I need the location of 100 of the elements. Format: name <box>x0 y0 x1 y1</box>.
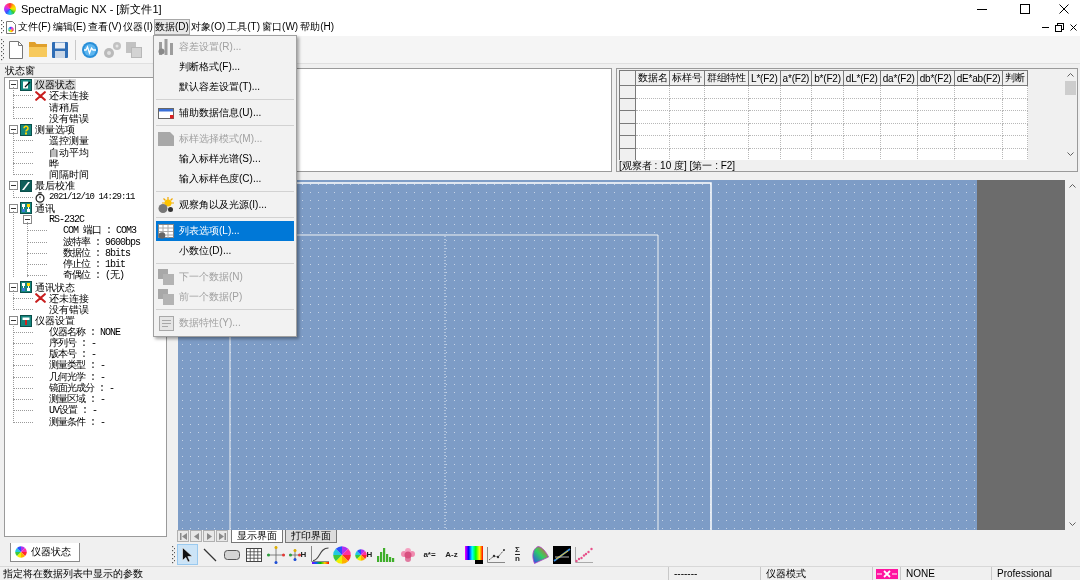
color-wheel-h-tool-button[interactable]: H <box>353 544 374 565</box>
tree-item[interactable]: COM 端口 : COM3 <box>62 225 137 237</box>
menu-command[interactable]: 小数位(D)... <box>156 241 294 261</box>
tree-item[interactable]: 奇偶位 : (无) <box>62 270 125 282</box>
copy-icon <box>126 41 142 58</box>
color-wheel-tool-button[interactable] <box>331 544 352 565</box>
minus-box-icon[interactable] <box>9 282 18 292</box>
tree-item[interactable]: 数据位 : 8bits <box>62 247 131 259</box>
sum-tool-button[interactable]: Σ n <box>507 544 528 565</box>
tree-item[interactable]: 测量区域 : - <box>48 394 106 406</box>
restore-button[interactable] <box>1052 20 1066 34</box>
tree-item[interactable]: 波特率 : 9600bps <box>62 236 141 248</box>
diagonal-lines-tool-button[interactable] <box>551 544 572 565</box>
spectrum-icon <box>464 545 483 564</box>
sheet-tab[interactable]: 打印界面 <box>285 530 337 543</box>
menu-command[interactable]: 判断格式(F)... <box>156 57 294 77</box>
menu-command[interactable]: 列表选项(L)... <box>156 221 294 241</box>
sort-tool-button[interactable]: A-z <box>441 544 462 565</box>
minus-box-icon[interactable] <box>9 80 18 90</box>
menu-command[interactable]: 观察角以及光源(I)... <box>156 195 294 215</box>
scatter-icon <box>574 546 593 563</box>
tree-item[interactable]: 还未连接 <box>48 292 90 304</box>
tree-item[interactable]: 版本号 : - <box>48 349 97 361</box>
tree-item[interactable]: 还未连接 <box>48 90 90 102</box>
spectrum-tool-button[interactable] <box>463 544 484 565</box>
tree-item[interactable]: UV设置 : - <box>48 405 98 417</box>
tree-item[interactable]: 遥控测量 <box>48 135 90 147</box>
tree-item[interactable]: 停止位 : 1bit <box>62 259 126 271</box>
tree-item[interactable]: 2021/12/10 14:29:11 <box>48 191 136 203</box>
sliders-icon <box>158 39 174 55</box>
menu-command[interactable]: 辅助数据信息(U)... <box>156 103 294 123</box>
pane-tab[interactable]: 仪器状态 <box>10 543 80 562</box>
triangle-right-icon <box>206 532 212 540</box>
status-field: NONE <box>900 567 991 580</box>
menu-command[interactable]: 输入标样色度(C)... <box>156 169 294 189</box>
menu-item[interactable]: 窗口(W) <box>261 19 300 35</box>
minus-box-icon[interactable] <box>9 316 18 326</box>
tree-item[interactable]: 请稍后 <box>48 101 80 113</box>
crosshair-h-tool-button[interactable]: H <box>287 544 308 565</box>
row-header[interactable] <box>619 110 636 123</box>
tree-item[interactable]: 仪器名称 : NONE <box>48 326 121 338</box>
first-page-button[interactable] <box>177 530 189 542</box>
grip-icon[interactable] <box>1 20 4 34</box>
menu-item[interactable]: 编辑(E) <box>51 19 88 35</box>
tree-item[interactable]: 间隔时间 <box>48 169 90 181</box>
tree-item[interactable]: 没有错误 <box>48 112 90 124</box>
tree-item[interactable]: 仪器状态 <box>34 79 76 91</box>
column-header: db*(F2) <box>917 70 955 86</box>
sheet-tab[interactable]: 显示界面 <box>231 530 283 543</box>
column-header: 判断 <box>1002 70 1028 86</box>
tree-item[interactable]: 测量类型 : - <box>48 360 106 372</box>
crosshair-tool-button[interactable] <box>265 544 286 565</box>
tree-item[interactable]: 通讯状态 <box>34 281 76 293</box>
network-tile-icon <box>20 281 32 294</box>
menu-command[interactable]: 输入标样光谱(S)... <box>156 149 294 169</box>
menu-item[interactable]: 查看(V) <box>87 19 123 35</box>
grip-icon[interactable] <box>1 38 4 61</box>
table-icon <box>158 223 174 239</box>
previous-page-button[interactable] <box>190 530 202 542</box>
tree-item[interactable]: 没有错误 <box>48 304 90 316</box>
menu-command[interactable]: 默认容差设置(T)... <box>156 77 294 97</box>
minus-box-icon[interactable] <box>9 181 18 191</box>
menu-item[interactable]: 工具(T) <box>226 19 262 35</box>
tree-item[interactable]: 测量选项 <box>34 124 76 136</box>
tool-tile-icon <box>20 314 32 327</box>
menu-item[interactable]: 帮助(H) <box>299 19 336 35</box>
line-graph-tool-button[interactable] <box>485 544 506 565</box>
chromaticity-tool-button[interactable] <box>529 544 550 565</box>
menu-item[interactable]: 文件(F) <box>17 19 52 35</box>
window-title: SpectraMagic NX - [新文件1] <box>21 1 162 17</box>
minus-box-icon[interactable] <box>9 125 18 135</box>
pointer-tool-button[interactable] <box>177 544 198 565</box>
close-icon <box>1069 23 1077 31</box>
menu-item[interactable]: 对象(O) <box>189 19 227 35</box>
tree-item[interactable]: 自动平均 <box>48 146 90 158</box>
last-page-button[interactable] <box>216 530 228 542</box>
menu-item[interactable]: 仪器(I) <box>122 19 154 35</box>
tree-item[interactable]: 通讯 <box>34 202 56 214</box>
formula-tool-button[interactable]: a*= <box>419 544 440 565</box>
column-header: dE*ab(F2) <box>954 70 1003 86</box>
column-header: dL*(F2) <box>843 70 881 86</box>
grip-icon[interactable] <box>172 545 175 564</box>
tree-item[interactable]: 几何光学 : - <box>48 371 106 383</box>
scrollbar-thumb[interactable] <box>1065 81 1076 95</box>
next-page-button[interactable] <box>203 530 215 542</box>
document-icon <box>9 40 23 59</box>
tree-item[interactable]: 晔 <box>48 157 60 169</box>
menu-item[interactable]: 数据(D) <box>153 19 190 35</box>
tree-item[interactable]: RS-232C <box>48 214 85 226</box>
restore-icon <box>1054 22 1064 32</box>
tree-item[interactable]: 最后校准 <box>34 180 76 192</box>
row-header[interactable] <box>619 123 636 136</box>
minus-box-icon[interactable] <box>9 203 18 213</box>
minus-box-icon[interactable] <box>23 215 32 225</box>
tree-item[interactable]: 镜面光成分 : - <box>48 382 115 394</box>
tree-item[interactable]: 序列号 : - <box>48 337 97 349</box>
tree-item[interactable]: 仪器设置 <box>34 315 76 327</box>
curve-tool-button[interactable] <box>309 544 330 565</box>
tree-item[interactable]: 测量条件 : - <box>48 416 106 428</box>
sheet-icon <box>158 132 174 146</box>
